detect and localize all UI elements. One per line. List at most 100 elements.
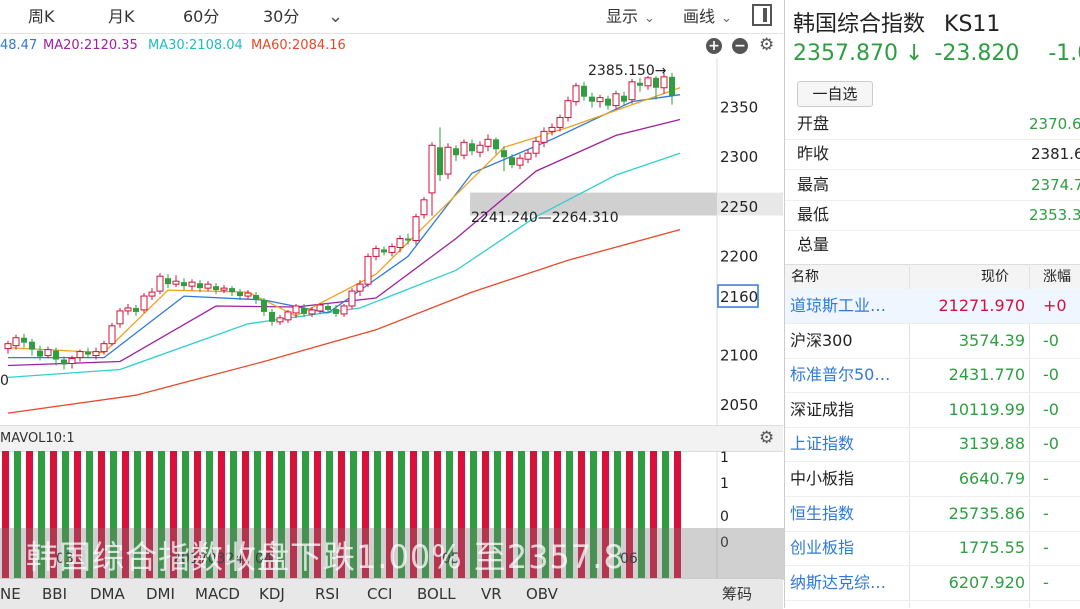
row-price: 6207.920 bbox=[948, 572, 1025, 592]
stat-label: 开盘 bbox=[797, 114, 830, 133]
col-price[interactable]: 现价 bbox=[981, 265, 1009, 289]
candle-body bbox=[269, 311, 275, 322]
candle-body bbox=[564, 100, 572, 119]
row-change: -0 bbox=[1043, 434, 1059, 454]
zoom-out-icon[interactable]: − bbox=[732, 38, 748, 54]
indicator-tab[interactable]: DMI bbox=[146, 579, 175, 609]
candle-body bbox=[589, 96, 595, 102]
index-price-line: 2357.870 ↓ -23.820 -1.00 bbox=[793, 41, 1080, 66]
candle-body bbox=[605, 98, 611, 106]
quote-table-row[interactable]: 上证指数 3139.88 -0 bbox=[785, 427, 1080, 463]
more-periods-chevron-icon[interactable]: ⌄ bbox=[328, 0, 343, 33]
chip-distribution-tab[interactable]: 筹码 bbox=[722, 579, 752, 609]
indicator-tab[interactable]: OBV bbox=[526, 579, 558, 609]
ma-legend: 48.47 MA20:2120.35 MA30:2108.04 MA60:208… bbox=[0, 34, 783, 58]
quote-table-row[interactable]: 道琼斯工业… 21271.970 +0 bbox=[785, 289, 1080, 324]
quote-table-row[interactable]: 恒生指数 25735.86- bbox=[785, 497, 1080, 532]
tab-30min[interactable]: 30分 bbox=[263, 0, 299, 33]
volume-settings-gear-icon[interactable]: ⚙ bbox=[759, 430, 774, 447]
row-name: 深证成指 bbox=[790, 399, 855, 419]
candle-body bbox=[284, 311, 292, 321]
y-tick-label: 2200 bbox=[720, 247, 758, 265]
candle-body bbox=[509, 157, 515, 166]
stat-label: 昨收 bbox=[797, 144, 830, 163]
candle-body bbox=[540, 130, 548, 143]
candle-body bbox=[669, 76, 675, 96]
indicator-tab[interactable]: BOLL bbox=[417, 579, 456, 609]
quote-table-row[interactable]: 中小板指 6640.79- bbox=[785, 462, 1080, 497]
candle-body bbox=[516, 157, 524, 166]
quote-table-header: 名称 现价 涨幅 bbox=[785, 264, 1080, 290]
candle-body bbox=[44, 349, 52, 357]
candle-body bbox=[12, 337, 20, 347]
indicator-tab[interactable]: KDJ bbox=[259, 579, 285, 609]
ma10-line bbox=[8, 94, 681, 359]
candle-body bbox=[653, 77, 659, 88]
y-tick-label: 2050 bbox=[720, 396, 758, 414]
candle-body bbox=[229, 288, 235, 293]
stat-value: 2374.7 bbox=[1031, 176, 1080, 194]
candle-body bbox=[148, 291, 156, 297]
candle-body bbox=[253, 295, 259, 301]
candle-body bbox=[124, 307, 132, 312]
panel-layout-icon[interactable] bbox=[752, 4, 772, 26]
candlestick-chart[interactable]: 2385.150→ 2241.240—2264.310 0 2160 2050 2… bbox=[0, 58, 783, 425]
candle-body bbox=[316, 304, 324, 312]
candle-body bbox=[548, 126, 556, 132]
candle-body bbox=[420, 199, 428, 216]
candle-body bbox=[108, 325, 116, 345]
candle-body bbox=[197, 283, 203, 289]
indicator-tab[interactable]: NE bbox=[0, 579, 21, 609]
row-name: 沪深300 bbox=[790, 330, 853, 350]
candle-body bbox=[572, 85, 580, 103]
quote-table-row[interactable]: 创业板指 1775.55- bbox=[785, 531, 1080, 567]
row-change: -0 bbox=[1043, 399, 1059, 419]
candle-body bbox=[237, 292, 243, 297]
candle-body bbox=[92, 351, 100, 357]
indicator-tab[interactable]: MACD bbox=[195, 579, 240, 609]
add-watchlist-button[interactable]: 一自选 bbox=[797, 81, 873, 107]
tab-weekly-k[interactable]: 周K bbox=[28, 0, 55, 33]
candle-body bbox=[340, 305, 348, 315]
chart-toolbar: 周K 月K 60分 30分 ⌄ 显示 ⌄ 画线 ⌄ bbox=[0, 0, 783, 34]
candle-body bbox=[444, 146, 452, 175]
settings-gear-icon[interactable]: ⚙ bbox=[759, 37, 774, 54]
candle-body bbox=[204, 283, 212, 289]
stat-value: 2353.3 bbox=[1029, 206, 1080, 224]
row-name: 道琼斯工业… bbox=[790, 296, 887, 315]
tab-monthly-k[interactable]: 月K bbox=[108, 0, 135, 33]
indicator-tab[interactable]: VR bbox=[481, 579, 502, 609]
row-price: 3139.88 bbox=[958, 434, 1025, 454]
tab-60min[interactable]: 60分 bbox=[183, 0, 219, 33]
mavol-label: MAVOL10:1 bbox=[0, 431, 75, 446]
candle-body bbox=[37, 350, 43, 357]
draw-label: 画线 bbox=[683, 7, 716, 26]
quote-table-row[interactable]: 纳斯达克综… 6207.920- bbox=[785, 566, 1080, 601]
quote-table-row[interactable]: 沪深300 3574.39 -0 bbox=[785, 324, 1080, 359]
indicator-tab[interactable]: BBI bbox=[42, 579, 67, 609]
left-annotation: 0 bbox=[0, 373, 9, 389]
candle-body bbox=[68, 358, 76, 365]
indicator-tab[interactable]: CCI bbox=[367, 579, 392, 609]
indicator-tab[interactable]: RSI bbox=[315, 579, 339, 609]
candle-body bbox=[261, 300, 267, 312]
stat-row: 昨收 2381.6 bbox=[785, 139, 1080, 170]
candle-body bbox=[301, 307, 307, 314]
row-price: 1775.55 bbox=[958, 538, 1025, 558]
display-menu[interactable]: 显示 ⌄ bbox=[606, 0, 655, 33]
vol-tick: 0 bbox=[720, 509, 729, 525]
draw-menu[interactable]: 画线 ⌄ bbox=[683, 0, 732, 33]
stat-value: 2381.6 bbox=[1031, 145, 1080, 163]
col-name[interactable]: 名称 bbox=[791, 265, 819, 289]
candle-body bbox=[213, 286, 219, 291]
gap-annotation: 2241.240—2264.310 bbox=[471, 210, 619, 226]
indicator-tab[interactable]: DMA bbox=[90, 579, 125, 609]
zoom-in-icon[interactable]: + bbox=[706, 38, 722, 54]
candle-body bbox=[220, 287, 228, 291]
quote-table-row[interactable]: 深证成指 10119.99 -0 bbox=[785, 393, 1080, 428]
candle-body bbox=[85, 351, 91, 355]
col-change[interactable]: 涨幅 bbox=[1043, 265, 1071, 289]
row-change: +0 bbox=[1043, 296, 1067, 315]
quote-table-row[interactable]: 标准普尔50… 2431.770 -0 bbox=[785, 358, 1080, 394]
quote-panel: 韩国综合指数 KS11 2357.870 ↓ -23.820 -1.00 一自选… bbox=[784, 0, 1080, 608]
